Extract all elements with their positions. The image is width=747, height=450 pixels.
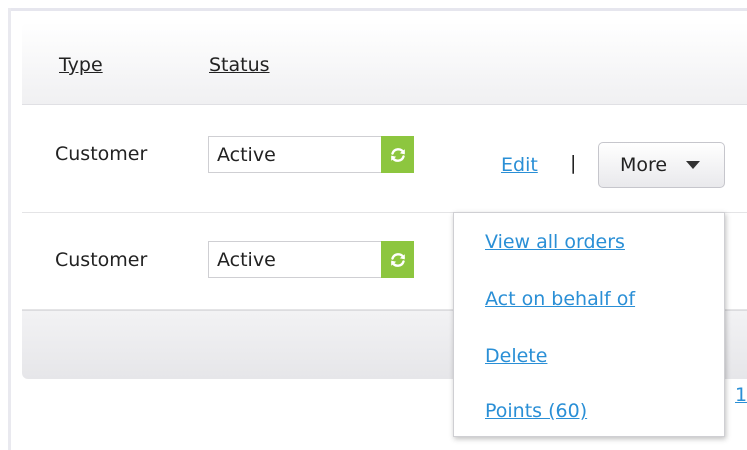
action-separator: | [570,152,577,174]
refresh-icon [390,252,405,267]
table-header-row: Type Status [22,22,747,105]
type-cell: Customer [55,143,148,165]
refresh-icon [390,147,405,162]
page: Type Status Customer Active Edit | More … [0,0,747,450]
edit-link[interactable]: Edit [501,154,538,176]
caret-down-icon [686,161,700,169]
menu-item-view-all-orders[interactable]: View all orders [485,231,625,253]
menu-item-points[interactable]: Points (60) [485,400,587,422]
column-header-type[interactable]: Type [59,54,103,76]
table-row: Customer Active Edit | More [22,105,747,213]
status-value: Active [217,144,276,166]
type-cell: Customer [55,249,148,271]
more-button[interactable]: More [598,142,725,188]
refresh-status-button[interactable] [381,241,414,278]
more-button-label: More [620,154,668,176]
panel-top-border [8,8,747,11]
panel-left-border [8,8,11,450]
refresh-status-button[interactable] [381,136,414,173]
status-field[interactable]: Active [208,136,414,173]
pagination-link[interactable]: 10 [735,384,747,406]
menu-item-act-on-behalf-of[interactable]: Act on behalf of [485,288,635,310]
menu-item-delete[interactable]: Delete [485,345,547,367]
more-dropdown-menu: View all orders Act on behalf of Delete … [453,212,725,437]
status-field[interactable]: Active [208,241,414,278]
column-header-status[interactable]: Status [209,54,270,76]
status-value: Active [217,249,276,271]
